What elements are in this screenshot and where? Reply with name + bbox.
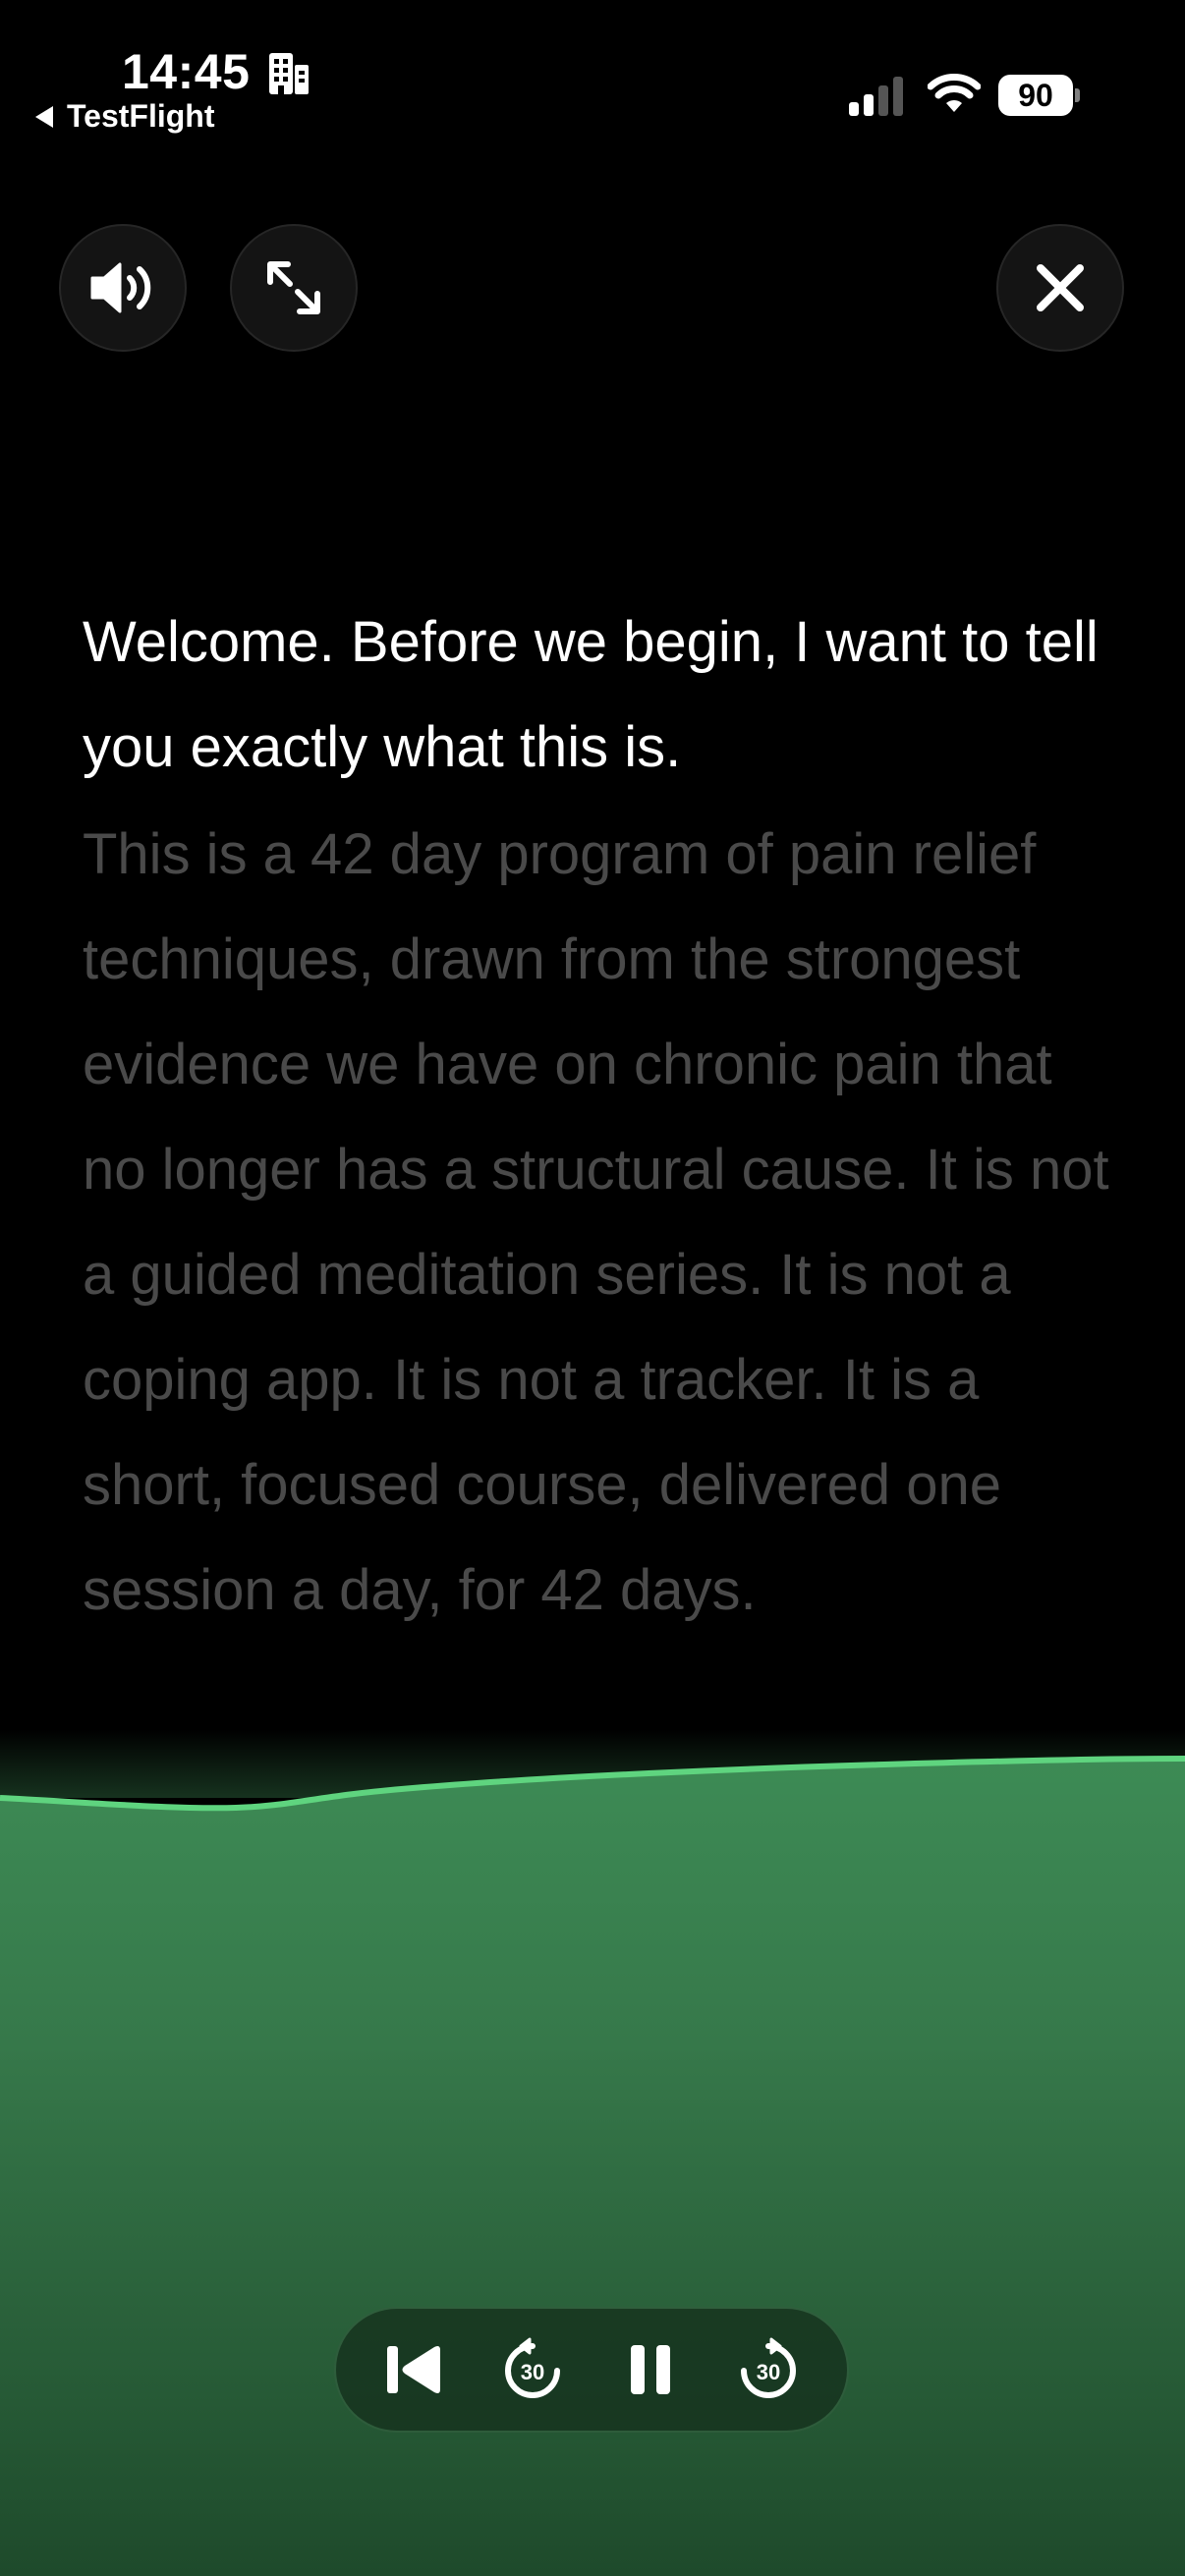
skip-to-start-icon xyxy=(387,2346,440,2393)
pause-button[interactable] xyxy=(605,2324,696,2415)
expand-arrows-icon xyxy=(267,261,320,314)
speaker-wave-icon xyxy=(90,262,151,313)
cellular-signal-icon xyxy=(849,77,903,116)
expand-button[interactable] xyxy=(230,224,358,352)
player-controls: 30 30 xyxy=(334,2307,849,2433)
status-bar: 14:45 TestFlight 90 xyxy=(0,0,1185,147)
rewind-30-button[interactable]: 30 xyxy=(487,2324,578,2415)
transcript-upcoming-text: This is a 42 day program of pain relief … xyxy=(83,822,1109,1622)
close-x-icon xyxy=(1037,264,1084,311)
previous-button[interactable] xyxy=(369,2324,460,2415)
rewind-label: 30 xyxy=(520,2360,545,2384)
battery-indicator: 90 xyxy=(998,75,1080,116)
forward-30-button[interactable]: 30 xyxy=(723,2324,814,2415)
transcript-current-line: Welcome. Before we begin, I want to tell… xyxy=(83,610,1099,779)
building-icon xyxy=(269,53,309,94)
transcript: Welcome. Before we begin, I want to tell… xyxy=(83,589,1124,1643)
back-app-label: TestFlight xyxy=(67,98,215,134)
battery-level: 90 xyxy=(998,75,1073,116)
wifi-icon xyxy=(928,74,981,112)
audio-wave xyxy=(0,1729,1185,2576)
pause-icon xyxy=(631,2345,670,2394)
back-to-app-link[interactable]: TestFlight xyxy=(35,98,215,135)
battery-nub xyxy=(1075,88,1080,102)
status-time: 14:45 xyxy=(122,44,251,99)
close-button[interactable] xyxy=(996,224,1124,352)
sound-button[interactable] xyxy=(59,224,187,352)
back-triangle-icon xyxy=(35,105,53,128)
forward-label: 30 xyxy=(756,2360,781,2384)
